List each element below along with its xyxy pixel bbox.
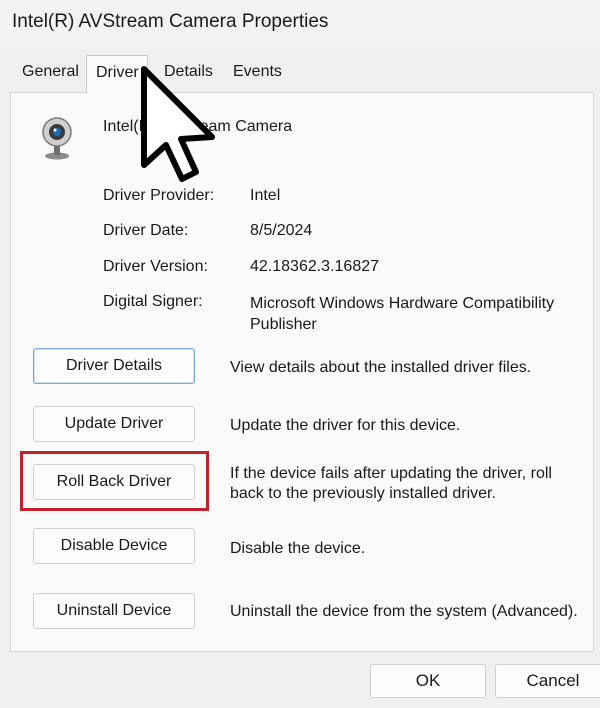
driver-details-button[interactable]: Driver Details	[33, 348, 195, 384]
disable-device-description: Disable the device.	[230, 540, 366, 557]
uninstall-device-description: Uninstall the device from the system (Ad…	[230, 603, 578, 620]
ok-button[interactable]: OK	[370, 664, 486, 698]
title-bar: Intel(R) AVStream Camera Properties	[0, 0, 600, 50]
driver-provider-value: Intel	[250, 187, 281, 204]
update-driver-button[interactable]: Update Driver	[33, 406, 195, 442]
tab-details[interactable]: Details	[164, 63, 213, 81]
driver-date-label: Driver Date:	[103, 222, 189, 239]
uninstall-device-button[interactable]: Uninstall Device	[33, 593, 195, 629]
window-title: Intel(R) AVStream Camera Properties	[12, 11, 329, 32]
cancel-button[interactable]: Cancel	[495, 664, 600, 698]
driver-date-value: 8/5/2024	[250, 222, 313, 239]
digital-signer-label: Digital Signer:	[103, 293, 203, 310]
disable-device-button[interactable]: Disable Device	[33, 528, 195, 564]
driver-details-description: View details about the installed driver …	[230, 359, 532, 376]
driver-version-label: Driver Version:	[103, 258, 208, 275]
driver-provider-label: Driver Provider:	[103, 187, 215, 204]
update-driver-description: Update the driver for this device.	[230, 417, 461, 434]
tab-driver[interactable]: Driver	[86, 55, 148, 93]
tab-events[interactable]: Events	[233, 63, 282, 81]
device-name: Intel(R) AVStream Camera	[103, 118, 293, 135]
roll-back-highlight-box	[20, 451, 209, 511]
webcam-icon	[42, 117, 72, 160]
roll-back-driver-description: If the device fails after updating the d…	[230, 465, 552, 502]
digital-signer-value: Microsoft Windows Hardware Compatibility…	[250, 295, 555, 333]
tab-general[interactable]: General	[22, 63, 79, 81]
driver-version-value: 42.18362.3.16827	[250, 258, 380, 275]
